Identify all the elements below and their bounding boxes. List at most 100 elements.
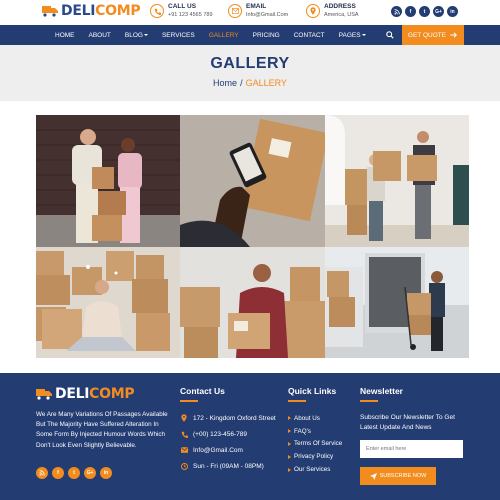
gallery-image[interactable] — [325, 247, 469, 358]
footer-about-text: We Are Many Variations Of Passages Avail… — [36, 411, 168, 449]
header-email[interactable]: EMAIL Info@Gmail.Com — [228, 3, 288, 19]
gallery-image[interactable] — [180, 115, 325, 247]
gallery-grid — [36, 115, 469, 358]
nav-pricing[interactable]: PRICING — [253, 32, 280, 39]
facebook-icon[interactable]: f — [405, 6, 416, 17]
twitter-icon[interactable]: t — [68, 467, 80, 479]
truck-icon — [42, 6, 58, 17]
linkedin-icon[interactable]: in — [447, 6, 458, 17]
footer-phone-text: (+00) 123-456-789 — [193, 430, 248, 438]
footer-link-label: FAQ's — [294, 427, 311, 435]
google-plus-icon[interactable]: G+ — [84, 467, 96, 479]
location-pin-icon — [306, 4, 320, 18]
footer-link-label: Terms Of Service — [294, 440, 343, 448]
footer-link-faq[interactable]: FAQ's — [288, 425, 342, 438]
footer-newsletter-title: Newsletter — [360, 386, 403, 396]
nav-pages-label: PAGES — [338, 31, 361, 39]
footer-newsletter-underline — [360, 400, 378, 402]
brand-part2: COMP — [95, 3, 141, 19]
address-value: America, USA — [324, 12, 359, 18]
address-label: ADDRESS — [324, 3, 356, 10]
footer-link-label: Our Services — [294, 466, 331, 474]
footer-socials: f t G+ in — [36, 467, 112, 479]
footer-link-label: About Us — [294, 414, 320, 422]
footer-contact-underline — [180, 400, 198, 402]
nav-pages[interactable]: PAGES — [339, 32, 366, 39]
footer-link-about[interactable]: About Us — [288, 412, 342, 425]
site-footer: DELICOMP We Are Many Variations Of Passa… — [0, 373, 500, 500]
mail-icon — [228, 4, 242, 18]
search-icon[interactable] — [386, 31, 394, 39]
clock-icon — [180, 462, 188, 470]
send-icon — [369, 472, 377, 480]
footer-hours: Sun - Fri (09AM - 08PM) — [180, 458, 276, 474]
email-value: Info@Gmail.Com — [246, 12, 289, 18]
header-address[interactable]: ADDRESS America, USA — [306, 3, 359, 19]
newsletter-email-input[interactable] — [360, 440, 463, 458]
page-title-band: GALLERY Home / GALLERY — [0, 45, 500, 101]
footer-address-text: 172 - Kingdom Oxford Street — [193, 414, 276, 422]
breadcrumb: Home / GALLERY — [0, 78, 500, 88]
arrow-right-icon — [450, 32, 458, 38]
brand-logo[interactable]: DELICOMP — [42, 3, 141, 19]
nav-contact[interactable]: CONTACT — [294, 32, 325, 39]
header-socials: f t G+ in — [391, 6, 458, 17]
facebook-icon[interactable]: f — [52, 467, 64, 479]
call-label: CALL US — [168, 3, 197, 10]
google-plus-icon[interactable]: G+ — [433, 6, 444, 17]
footer-brand-part1: DELI — [55, 386, 90, 402]
footer-link-terms[interactable]: Terms Of Service — [288, 438, 342, 451]
subscribe-button[interactable]: SUBSCRIBE NOW — [360, 467, 436, 485]
nav-about[interactable]: ABOUT — [89, 32, 111, 39]
mail-icon — [180, 446, 188, 454]
footer-contact-title: Contact Us — [180, 386, 225, 396]
footer-links-list: About Us FAQ's Terms Of Service Privacy … — [288, 412, 342, 476]
twitter-icon[interactable]: t — [419, 6, 430, 17]
nav-home[interactable]: HOME — [55, 32, 75, 39]
footer-newsletter-text: Subscribe Our Newsletter To Get Latest U… — [360, 414, 455, 431]
phone-icon — [150, 4, 164, 18]
footer-phone[interactable]: (+00) 123-456-789 — [180, 426, 276, 442]
phone-icon — [180, 430, 188, 438]
gallery-image[interactable] — [325, 115, 469, 247]
footer-link-services[interactable]: Our Services — [288, 463, 342, 476]
nav-services[interactable]: SERVICES — [162, 32, 195, 39]
gallery-image[interactable] — [36, 247, 180, 358]
breadcrumb-home[interactable]: Home — [213, 78, 237, 88]
brand-part1: DELI — [61, 3, 96, 19]
nav-blog[interactable]: BLOG — [125, 32, 148, 39]
rss-icon[interactable] — [36, 467, 48, 479]
footer-email[interactable]: Info@Gmail.Com — [180, 442, 276, 458]
caret-right-icon — [288, 429, 291, 434]
linkedin-icon[interactable]: in — [100, 467, 112, 479]
location-pin-icon — [180, 414, 188, 422]
gallery-image[interactable] — [180, 247, 325, 358]
truck-icon — [36, 389, 52, 400]
breadcrumb-current: GALLERY — [245, 78, 287, 88]
nav-blog-label: BLOG — [124, 31, 143, 39]
footer-address: 172 - Kingdom Oxford Street — [180, 410, 276, 426]
footer-hours-text: Sun - Fri (09AM - 08PM) — [193, 462, 264, 470]
call-value: +91 123 4565 789 — [168, 12, 213, 18]
get-quote-label: GET QUOTE — [407, 31, 447, 39]
caret-right-icon — [288, 454, 291, 459]
header-call[interactable]: CALL US +91 123 4565 789 — [150, 3, 213, 19]
caret-right-icon — [288, 467, 291, 472]
caret-right-icon — [288, 416, 291, 421]
footer-link-privacy[interactable]: Privacy Policy — [288, 450, 342, 463]
chevron-down-icon — [361, 34, 366, 36]
rss-icon[interactable] — [391, 6, 402, 17]
footer-links-underline — [288, 400, 306, 402]
get-quote-button[interactable]: GET QUOTE — [402, 25, 464, 45]
email-label: EMAIL — [246, 3, 267, 10]
chevron-down-icon — [143, 34, 148, 36]
breadcrumb-separator: / — [240, 78, 243, 88]
footer-link-label: Privacy Policy — [294, 453, 334, 461]
subscribe-label: SUBSCRIBE NOW — [379, 473, 427, 479]
nav-gallery[interactable]: GALLERY — [209, 32, 239, 39]
footer-links-title: Quick Links — [288, 386, 337, 396]
footer-brand-logo[interactable]: DELICOMP — [36, 386, 135, 402]
caret-right-icon — [288, 441, 291, 446]
footer-brand-part2: COMP — [89, 386, 135, 402]
gallery-image[interactable] — [36, 115, 180, 247]
